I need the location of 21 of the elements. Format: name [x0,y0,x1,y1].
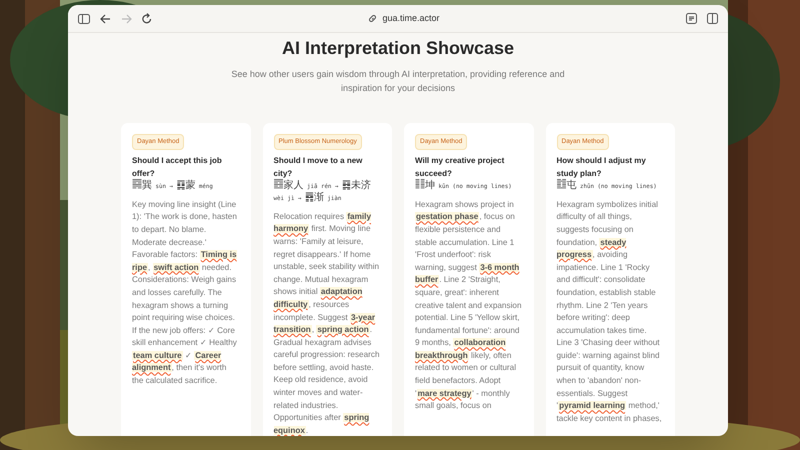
question-title: Should I accept this job offer? [132,154,223,179]
interpretation-card[interactable] [546,123,675,436]
question-title: Will my creative project succeed? [415,154,506,179]
interpretation-card[interactable] [262,123,392,436]
interpretation-text: Key moving line insight (Line 1): 'The work is done, hasten to depart. No blame. Moderate decrease.' Favorable factors: Timing is ripe, swift action needed. Considerations: Weigh gains and losses carefully. The hexagram shows a turning point requiring wise choices. If the new job offers: ✓ Core skill enhancement ✓ Healthy team culture ✓ Career alignment, then it's worth the calculated sacrifice. [132,198,238,388]
page-title: AI Interpretation Showcase [282,37,514,60]
page-subtitle: See how other users gain wisdom through AI interpretation, providing reference and inspiration for your decisions [230,68,566,95]
address-bar[interactable]: gua.time.actor [382,12,440,26]
link-icon [368,14,378,23]
interpretation-card[interactable] [121,123,250,436]
interpretation-text: Hexagram symbolizes initial difficulty of all things, suggests focusing on foundation, steady progress, avoiding impatience. Line 1 'Rocky and difficult': consolidate foundation, establish stable rhythm. Line 2 'Ten years before writing': deep accumulation takes time. Line 3 'Chasing deer without guide': warning against blind pursuit of quantity, know when to 'abandon' non-essentials. Suggest 'pyramid learning method,' tackle key content in phases, [556,198,663,425]
interpretation-card[interactable] [404,123,534,436]
reload-icon[interactable] [142,13,152,24]
question-title: Should I move to a new city? [274,154,364,179]
reader-icon[interactable] [686,13,697,24]
interpretation-text: Hexagram shows project in gestation phase, focus on flexible persistence and stable accumulation. Line 1 'Frost underfoot': risk warning, suggest 3-6 month buffer. Line 2 'Straight, square, great': inherent creative talent and expansion potential. Line 5 'Yellow skirt, fundamental fortune': around 9 months, collaboration breakthrough likely, often related to women or cultural field benefactors. Adopt 'mare strategy' - monthly small goals, focus on [415,198,522,412]
sidebar-icon[interactable] [78,14,90,24]
split-view-icon[interactable] [707,13,718,24]
interpretation-text: Relocation requires family harmony first. Moving line warns: 'Family at leisure, regret disappears.' If home unstable, seek stability within change. Mutual hexagram shows initial adaptation difficulty, resources incomplete. Suggest 3-year transition, spring action. Gradual hexagram advises careful progression: research before settling, avoid haste. Keep old residence, avoid winter moves and water-related industries. Opportunities after spring equinox. [274,210,381,436]
back-icon[interactable] [100,14,111,24]
question-title: How should I adjust my study plan? [556,154,647,179]
